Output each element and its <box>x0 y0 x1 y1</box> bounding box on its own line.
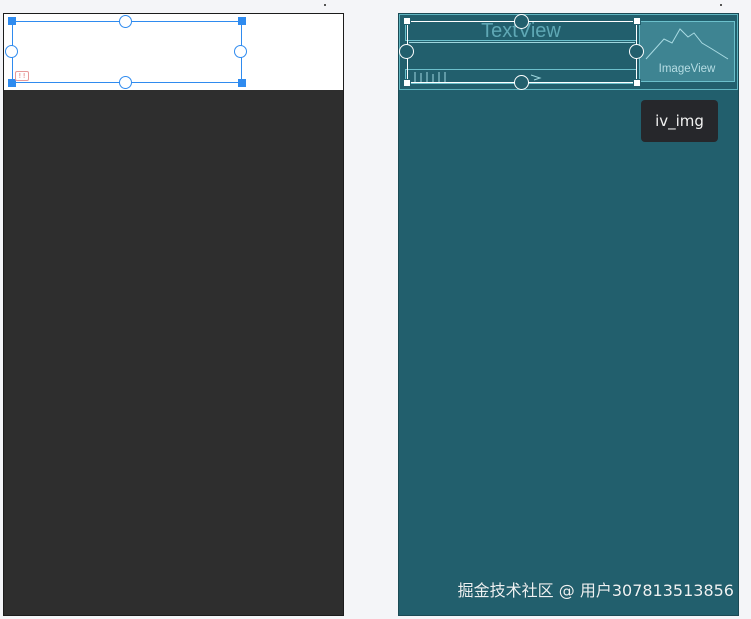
blueprint-anchor-top[interactable] <box>514 14 529 29</box>
view-id-tooltip: iv_img <box>641 100 718 142</box>
constraint-anchor-bottom[interactable] <box>119 76 132 89</box>
blueprint-handle-top-left[interactable] <box>403 17 411 25</box>
watermark: 掘金技术社区 @ 用户307813513856 <box>457 581 734 600</box>
blueprint-handle-bottom-right[interactable] <box>633 79 641 87</box>
resize-handle-top-right[interactable] <box>238 17 246 25</box>
blueprint-anchor-left[interactable] <box>399 44 414 59</box>
resize-handle-top-left[interactable] <box>8 17 16 25</box>
blueprint-imageview[interactable]: ImageView <box>639 21 735 82</box>
blueprint-anchor-right[interactable] <box>629 44 644 59</box>
blueprint-anchor-bottom[interactable] <box>514 75 529 90</box>
blueprint-handle-bottom-left[interactable] <box>403 79 411 87</box>
design-preview[interactable]: !! <box>3 13 344 616</box>
blueprint-selected-outline[interactable] <box>407 21 637 83</box>
imageview-label: ImageView <box>658 63 716 75</box>
blueprint-handle-top-right[interactable] <box>633 17 641 25</box>
canvas-dot <box>324 4 326 6</box>
canvas-dot <box>720 4 722 6</box>
selected-view-outline[interactable] <box>12 21 242 83</box>
constraint-anchor-left[interactable] <box>5 45 18 58</box>
error-badge-icon[interactable]: !! <box>15 71 29 81</box>
mountain-icon <box>645 28 729 60</box>
constraint-anchor-right[interactable] <box>234 45 247 58</box>
resize-handle-bottom-right[interactable] <box>238 79 246 87</box>
constraint-anchor-top[interactable] <box>119 15 132 28</box>
